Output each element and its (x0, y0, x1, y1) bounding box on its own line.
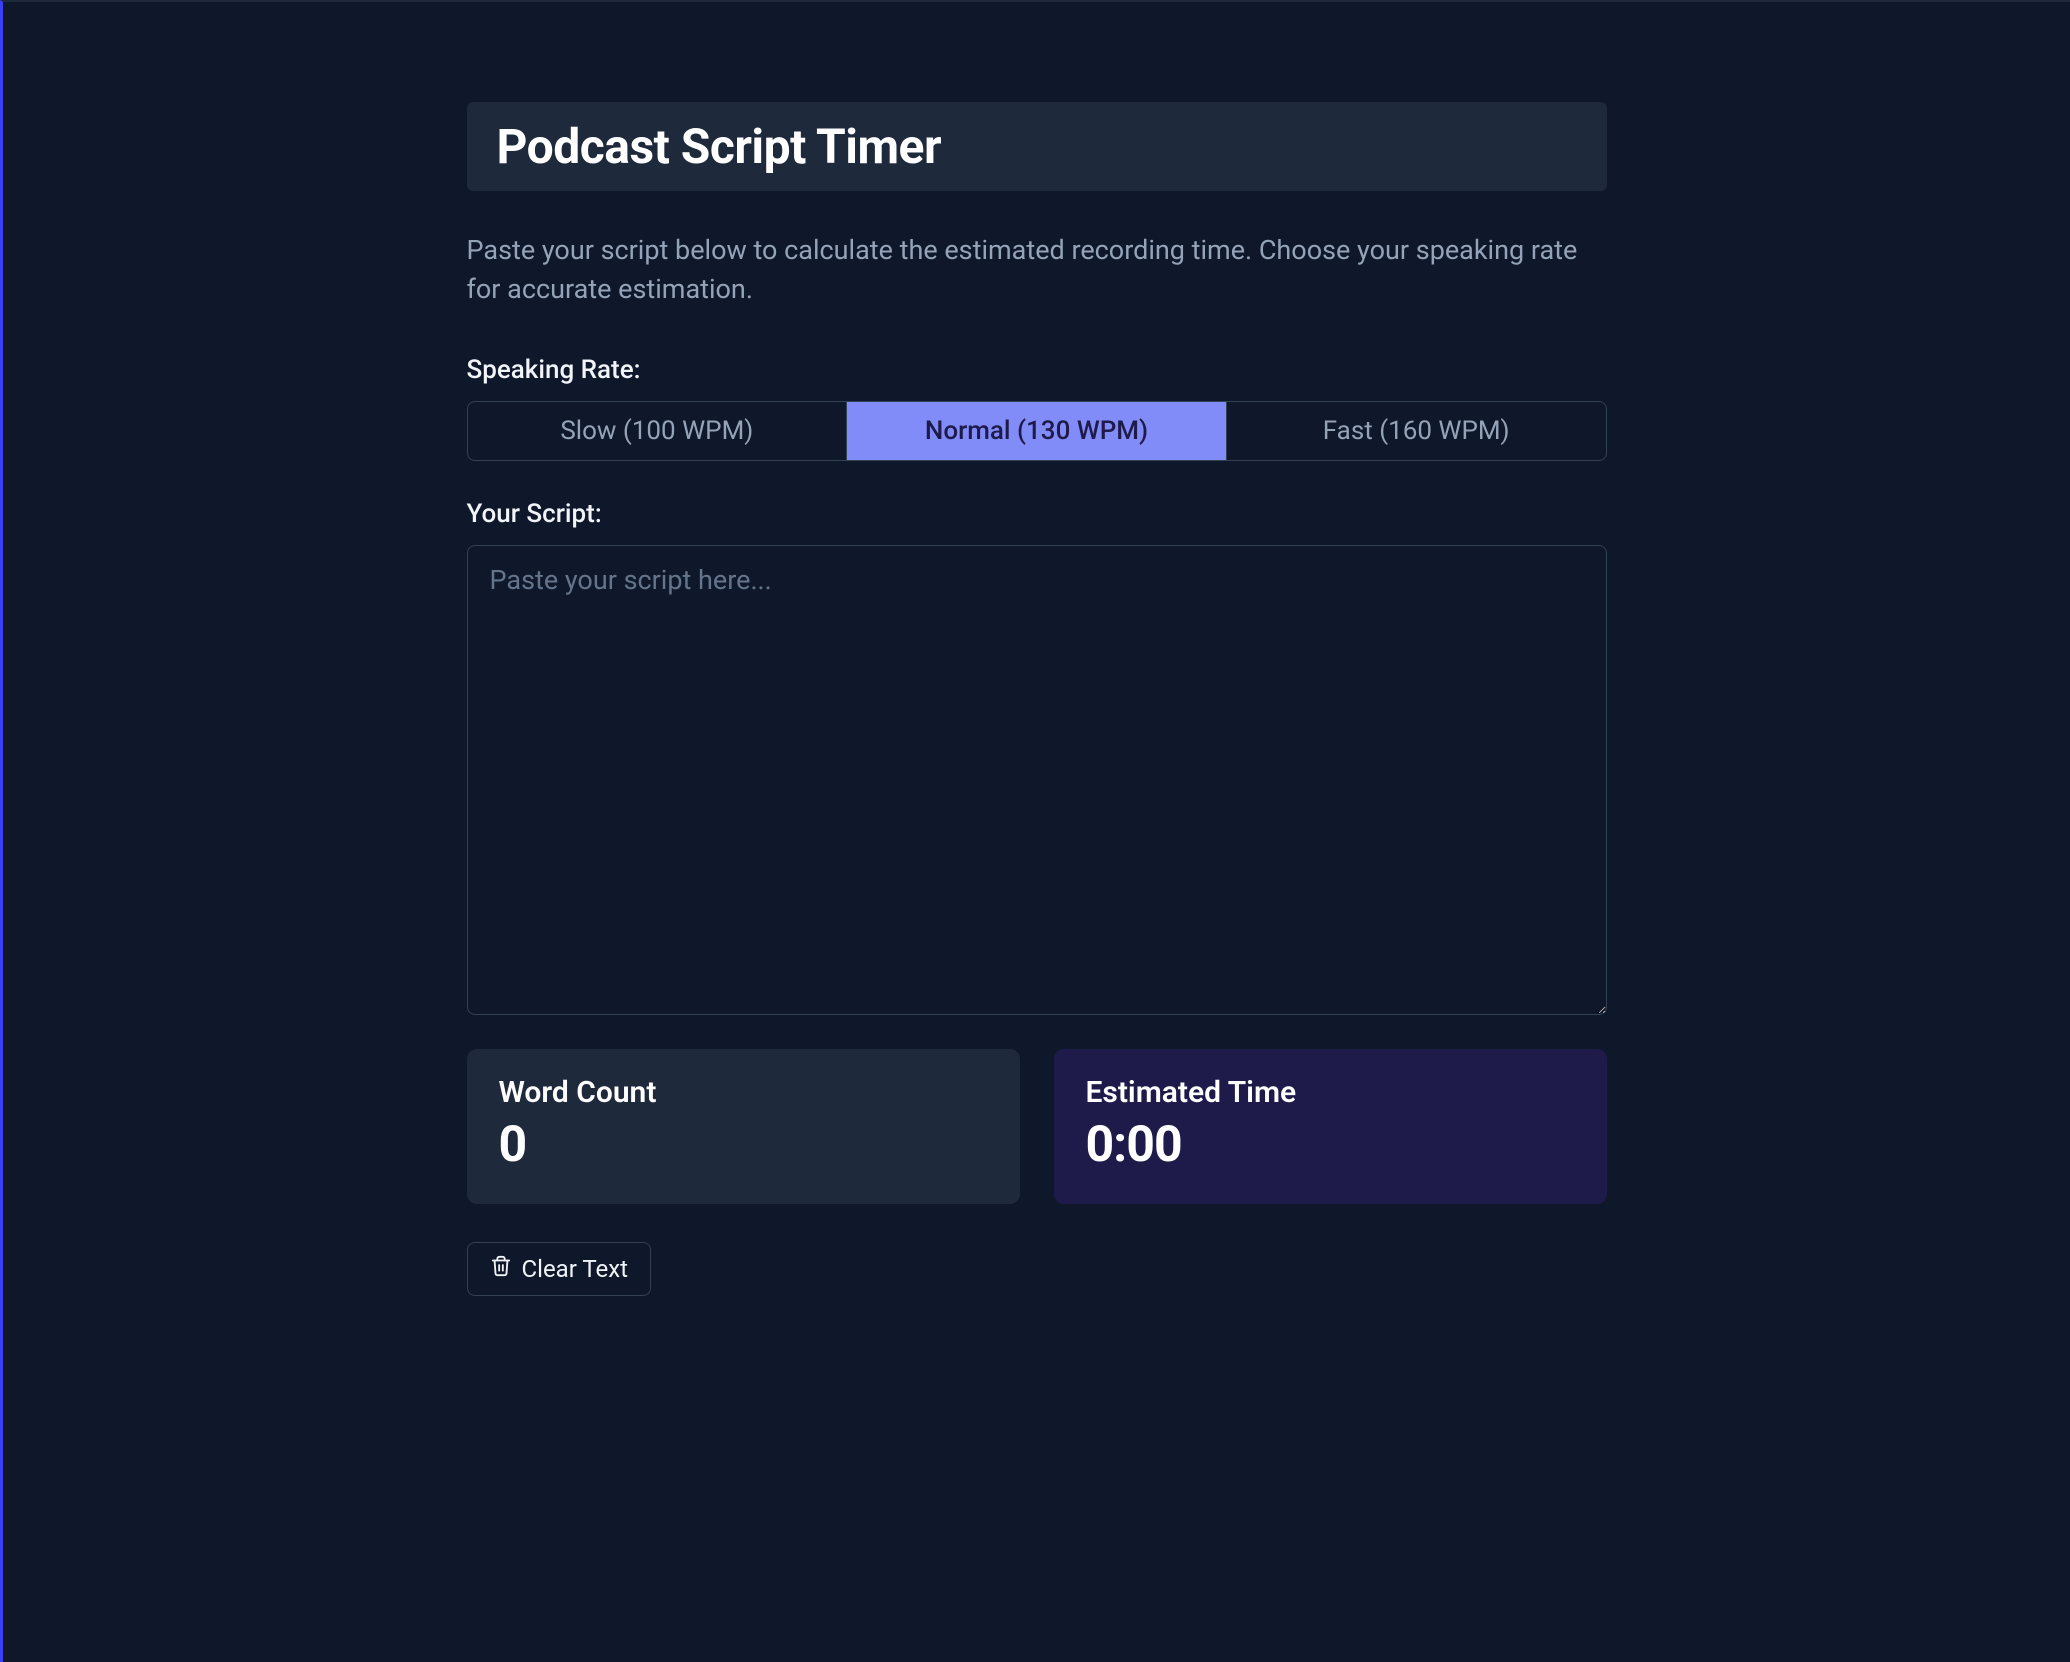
rate-fast-button[interactable]: Fast (160 WPM) (1226, 402, 1606, 460)
script-label: Your Script: (467, 499, 1607, 529)
rate-slow-button[interactable]: Slow (100 WPM) (468, 402, 847, 460)
script-textarea[interactable] (467, 545, 1607, 1015)
app-container: Podcast Script Timer Paste your script b… (447, 2, 1627, 1336)
word-count-value: 0 (499, 1116, 988, 1174)
estimated-time-value: 0:00 (1086, 1116, 1575, 1174)
metrics-row: Word Count 0 Estimated Time 0:00 (467, 1049, 1607, 1204)
trash-icon (490, 1255, 512, 1283)
estimated-time-label: Estimated Time (1086, 1075, 1575, 1110)
clear-text-label: Clear Text (522, 1255, 629, 1283)
word-count-card: Word Count 0 (467, 1049, 1020, 1204)
word-count-label: Word Count (499, 1075, 988, 1110)
title-bar: Podcast Script Timer (467, 102, 1607, 191)
clear-text-button[interactable]: Clear Text (467, 1242, 652, 1296)
description-text: Paste your script below to calculate the… (467, 231, 1607, 309)
rate-normal-button[interactable]: Normal (130 WPM) (846, 402, 1226, 460)
estimated-time-card: Estimated Time 0:00 (1054, 1049, 1607, 1204)
speaking-rate-label: Speaking Rate: (467, 355, 1607, 385)
speaking-rate-group: Slow (100 WPM) Normal (130 WPM) Fast (16… (467, 401, 1607, 461)
page-title: Podcast Script Timer (497, 118, 1577, 175)
